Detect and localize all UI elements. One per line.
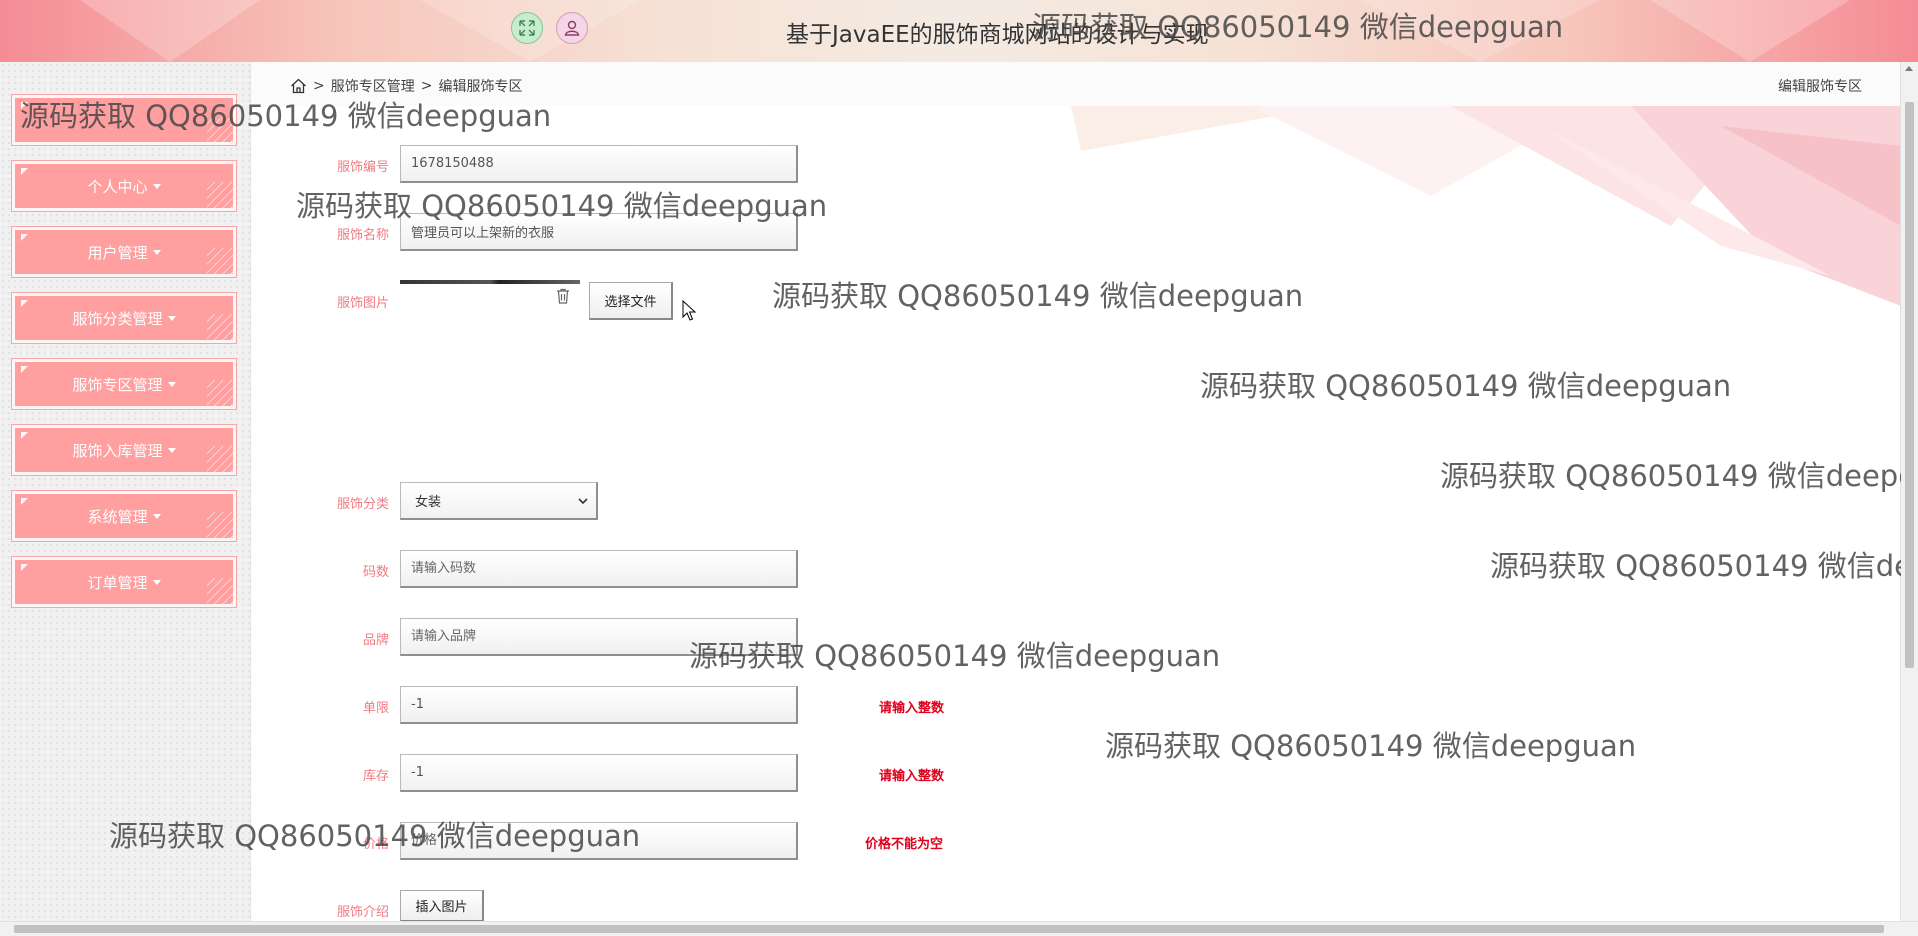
stripe-decoration [207, 446, 233, 472]
sidebar-item-system-management[interactable]: 系统管理 [11, 490, 237, 542]
image-label: 服饰图片 [336, 296, 389, 311]
stripe-decoration [207, 182, 233, 208]
limit-error: 请输入整数 [879, 701, 945, 716]
corner-decoration [21, 234, 28, 241]
caret-down-icon [152, 183, 161, 189]
code-input[interactable] [400, 145, 798, 183]
limit-label: 单限 [362, 701, 389, 716]
sidebar-item-user-management[interactable]: 用户管理 [11, 226, 237, 278]
stripe-decoration [207, 314, 233, 340]
sidebar-item-label: 订单管理 [87, 573, 148, 592]
corner-decoration [21, 102, 28, 109]
caret-down-icon [152, 579, 161, 585]
stock-input[interactable] [400, 754, 798, 792]
breadcrumb-separator: > [313, 78, 325, 94]
sidebar-item-inner: 服饰入库管理 [15, 428, 233, 472]
sidebar-item-inner: 服饰专区管理 [15, 362, 233, 406]
sidebar-item-stock-in-management[interactable]: 服饰入库管理 [11, 424, 237, 476]
page-title: 编辑服饰专区 [1778, 79, 1862, 95]
mouse-cursor-icon [682, 300, 696, 321]
breadcrumb-zone-management[interactable]: 服饰专区管理 [331, 76, 415, 96]
price-label: 价格 [362, 837, 389, 852]
corner-decoration [21, 498, 28, 505]
caret-down-icon [152, 513, 161, 519]
caret-down-icon [167, 381, 176, 387]
price-input[interactable] [400, 822, 798, 860]
sidebar-item-label: 服饰专区管理 [72, 375, 163, 394]
category-label: 服饰分类 [336, 497, 389, 512]
stripe-decoration [207, 248, 233, 274]
stock-error: 请输入整数 [879, 769, 945, 784]
stripe-decoration [207, 116, 233, 142]
expand-icon [519, 20, 535, 36]
background-decoration [1071, 106, 1901, 306]
top-header: 基于JavaEE的服饰商城网站的设计与实现 [0, 0, 1918, 62]
scrollbar-thumb[interactable] [1905, 102, 1914, 668]
sidebar-item-label: 个人中心 [87, 177, 148, 196]
brand-input[interactable] [400, 618, 798, 656]
sidebar-item-inner: 订单管理 [15, 560, 233, 604]
corner-decoration [21, 300, 28, 307]
price-error: 价格不能为空 [865, 837, 944, 852]
stripe-decoration [207, 380, 233, 406]
user-icon [564, 20, 580, 36]
header-decoration [80, 0, 260, 62]
brand-label: 品牌 [362, 633, 389, 648]
breadcrumb-bar: > 服饰专区管理 > 编辑服饰专区 编辑服饰专区 [251, 62, 1901, 107]
site-title: 基于JavaEE的服饰商城网站的设计与实现 [786, 22, 1209, 48]
sidebar-item-top[interactable] [11, 94, 237, 146]
code-label: 服饰编号 [336, 160, 389, 175]
header-decoration [1360, 0, 1600, 62]
name-label: 服饰名称 [336, 228, 389, 243]
horizontal-scrollbar[interactable] [0, 921, 1918, 936]
caret-down-icon [167, 447, 176, 453]
sidebar-item-label: 用户管理 [87, 243, 148, 262]
header-decoration [1650, 0, 1850, 62]
sidebar-item-category-management[interactable]: 服饰分类管理 [11, 292, 237, 344]
insert-image-button[interactable]: 插入图片 [400, 890, 484, 922]
vertical-scrollbar[interactable] [1900, 62, 1918, 922]
sidebar-item-label: 服饰分类管理 [72, 309, 163, 328]
trash-icon[interactable] [556, 288, 570, 304]
corner-decoration [21, 366, 28, 373]
sidebar-item-inner [15, 98, 233, 142]
sidebar-item-order-management[interactable]: 订单管理 [11, 556, 237, 608]
scroll-up-arrow-icon[interactable] [1905, 66, 1913, 71]
intro-label: 服饰介绍 [336, 905, 389, 920]
caret-down-icon [167, 315, 176, 321]
category-selected-value: 女装 [415, 495, 442, 510]
stripe-decoration [207, 578, 233, 604]
size-label: 码数 [362, 565, 389, 580]
corner-decoration [21, 432, 28, 439]
sidebar-item-inner: 系统管理 [15, 494, 233, 538]
category-select[interactable]: 女装 [400, 482, 598, 520]
sidebar: 个人中心 用户管理 服饰分类管理 服饰专区管理 服饰入库管理 系统管理 订单管理 [0, 62, 251, 922]
sidebar-item-label: 服饰入库管理 [72, 441, 163, 460]
limit-input[interactable] [400, 686, 798, 724]
chevron-down-icon [578, 497, 588, 504]
choose-file-button[interactable]: 选择文件 [589, 282, 673, 320]
name-input[interactable] [400, 213, 798, 251]
sidebar-item-inner: 用户管理 [15, 230, 233, 274]
corner-decoration [21, 564, 28, 571]
breadcrumb-edit-zone: 编辑服饰专区 [438, 79, 523, 95]
sidebar-item-inner: 个人中心 [15, 164, 233, 208]
corner-decoration [21, 168, 28, 175]
caret-down-icon [152, 249, 161, 255]
home-icon[interactable] [290, 78, 307, 94]
fullscreen-button[interactable] [511, 12, 543, 44]
stripe-decoration [207, 512, 233, 538]
breadcrumb-separator: > [420, 78, 433, 94]
stock-label: 库存 [362, 769, 389, 784]
sidebar-item-zone-management[interactable]: 服饰专区管理 [11, 358, 237, 410]
size-input[interactable] [400, 550, 798, 588]
image-preview [400, 280, 580, 284]
breadcrumb: > 服饰专区管理 > 编辑服饰专区 [290, 76, 522, 96]
sidebar-item-personal-center[interactable]: 个人中心 [11, 160, 237, 212]
sidebar-item-label: 系统管理 [87, 507, 148, 526]
user-button[interactable] [556, 12, 588, 44]
scrollbar-thumb[interactable] [14, 925, 1884, 933]
sidebar-item-inner: 服饰分类管理 [15, 296, 233, 340]
